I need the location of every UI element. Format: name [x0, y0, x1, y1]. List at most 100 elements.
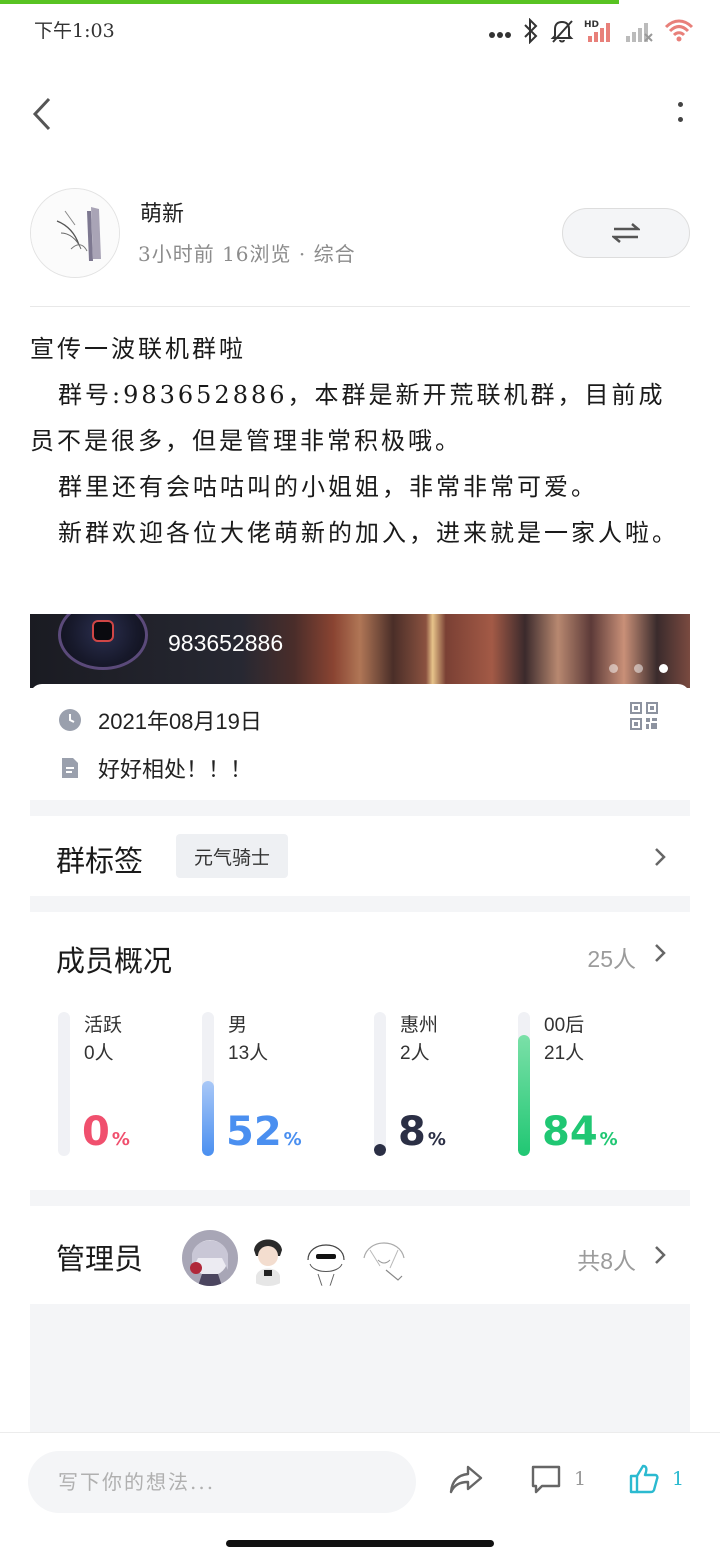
mute-bell-icon	[550, 18, 574, 48]
comment-bubble-icon	[531, 1465, 561, 1494]
clock-icon	[59, 709, 81, 731]
stat-male: 男 13人 52%	[202, 1012, 352, 1162]
group-info-card: 2021年08月19日 好好相处！！！	[30, 684, 690, 800]
carousel-dot-active	[659, 664, 668, 673]
stat-bar-track	[374, 1012, 386, 1156]
carousel-dot	[634, 664, 643, 673]
status-icons: HD	[488, 17, 694, 48]
more-vertical-icon	[677, 102, 683, 107]
stat-count: 13人	[228, 1043, 269, 1064]
members-total[interactable]: 25人	[587, 940, 636, 974]
stat-location: 惠州 2人 8%	[374, 1012, 524, 1162]
group-logo	[58, 614, 148, 670]
stat-percent-value: 0	[82, 1109, 110, 1155]
stat-percent-value: 84	[542, 1109, 598, 1155]
qr-code-icon[interactable]	[630, 702, 658, 730]
top-nav-bar	[0, 80, 720, 150]
stat-bar-fill	[518, 1035, 530, 1156]
percent-unit: %	[427, 1129, 446, 1150]
carousel-dot	[609, 664, 618, 673]
percent-unit: %	[111, 1129, 130, 1150]
comment-button[interactable]: 1	[530, 1463, 586, 1495]
stat-percent: 52%	[226, 1108, 302, 1164]
group-date: 2021年08月19日	[98, 709, 262, 734]
stat-label: 00后	[544, 1015, 585, 1036]
stat-count: 21人	[544, 1043, 585, 1064]
admins-section[interactable]: 管理员 共8人	[30, 1206, 690, 1304]
percent-unit: %	[283, 1129, 302, 1150]
chevron-right-icon[interactable]	[652, 1244, 668, 1266]
post-paragraph: 宣传一波联机群啦	[30, 335, 246, 363]
admin-avatar[interactable]	[356, 1230, 412, 1286]
more-options-button[interactable]	[670, 98, 690, 132]
back-button[interactable]	[22, 92, 62, 136]
stat-percent: 0%	[82, 1108, 130, 1164]
status-time: 下午1:03	[34, 20, 115, 42]
admin-avatar[interactable]	[182, 1230, 238, 1286]
admin-avatar[interactable]	[298, 1230, 354, 1286]
post-body: 宣传一波联机群啦 群号:983652886，本群是新开荒联机群，目前成员不是很多…	[30, 326, 680, 556]
carousel-indicator	[609, 664, 668, 673]
section-title: 群标签	[56, 846, 144, 878]
stat-bar-track	[518, 1012, 530, 1156]
stat-label: 男	[228, 1015, 248, 1036]
divider	[30, 306, 690, 307]
switch-button[interactable]	[562, 208, 690, 258]
date-row: 2021年08月19日	[58, 704, 262, 736]
author-row: 萌新 3小时前 16浏览 · 综合	[30, 188, 690, 278]
section-gap	[30, 800, 690, 816]
stat-count: 0人	[84, 1043, 114, 1064]
post-meta: 3小时前 16浏览 · 综合	[138, 242, 356, 266]
stat-label: 惠州	[400, 1015, 439, 1036]
post-paragraph: 群号:983652886，本群是新开荒联机群，目前成员不是很多，但是管理非常积极…	[30, 381, 666, 455]
group-tag[interactable]: 元气骑士	[176, 834, 289, 878]
comment-count: 1	[574, 1468, 587, 1490]
stat-bar-track	[58, 1012, 70, 1156]
description-row: 好好相处！！！	[58, 752, 252, 784]
share-icon	[449, 1465, 483, 1494]
stat-percent: 84%	[542, 1108, 618, 1164]
share-button[interactable]	[448, 1463, 484, 1495]
stat-bar-fill	[202, 1081, 214, 1156]
stat-age: 00后 21人 84%	[518, 1012, 668, 1162]
group-description: 好好相处！！！	[98, 757, 253, 782]
stat-active: 活跃 0人 0%	[58, 1012, 208, 1162]
section-gap	[30, 1190, 690, 1206]
thumbs-up-icon	[629, 1464, 659, 1494]
no-signal-icon	[624, 18, 654, 48]
group-banner-carousel[interactable]: 983652886	[30, 614, 690, 688]
post-paragraph: 群里还有会咕咕叫的小姐姐，非常非常可爱。	[58, 473, 598, 501]
more-dots-icon	[488, 24, 512, 43]
admin-avatar[interactable]	[240, 1230, 296, 1286]
stat-count: 2人	[400, 1043, 430, 1064]
stat-percent: 8%	[398, 1108, 446, 1164]
author-avatar[interactable]	[30, 188, 120, 278]
stat-label: 活跃	[84, 1015, 123, 1036]
chevron-left-icon	[32, 97, 51, 131]
stat-percent-value: 52	[226, 1109, 282, 1155]
home-indicator[interactable]	[226, 1540, 494, 1547]
content-placeholder	[30, 1304, 690, 1432]
bottom-action-bar: 1 1	[0, 1432, 720, 1532]
post-paragraph: 新群欢迎各位大佬萌新的加入，进来就是一家人啦。	[58, 519, 679, 547]
more-vertical-dot	[677, 117, 683, 122]
bluetooth-icon	[522, 17, 540, 48]
svg-text:HD: HD	[584, 20, 599, 30]
like-button[interactable]: 1	[628, 1463, 684, 1495]
author-name[interactable]: 萌新	[140, 196, 184, 228]
section-gap	[30, 896, 690, 912]
status-bar: 下午1:03 HD	[0, 4, 720, 54]
chevron-right-icon[interactable]	[652, 942, 668, 964]
stat-bar-fill	[374, 1144, 386, 1156]
wifi-icon	[664, 18, 694, 48]
comment-input[interactable]	[28, 1451, 416, 1513]
admins-total[interactable]: 共8人	[577, 1242, 636, 1276]
chevron-right-icon	[655, 848, 666, 866]
group-number: 983652886	[168, 630, 284, 656]
tags-section[interactable]: 群标签 元气骑士	[30, 816, 690, 896]
section-title: 管理员	[56, 1244, 144, 1276]
like-count: 1	[672, 1468, 685, 1490]
section-title: 成员概况	[56, 946, 173, 978]
swap-arrows-icon	[612, 223, 640, 243]
stat-bar-track	[202, 1012, 214, 1156]
